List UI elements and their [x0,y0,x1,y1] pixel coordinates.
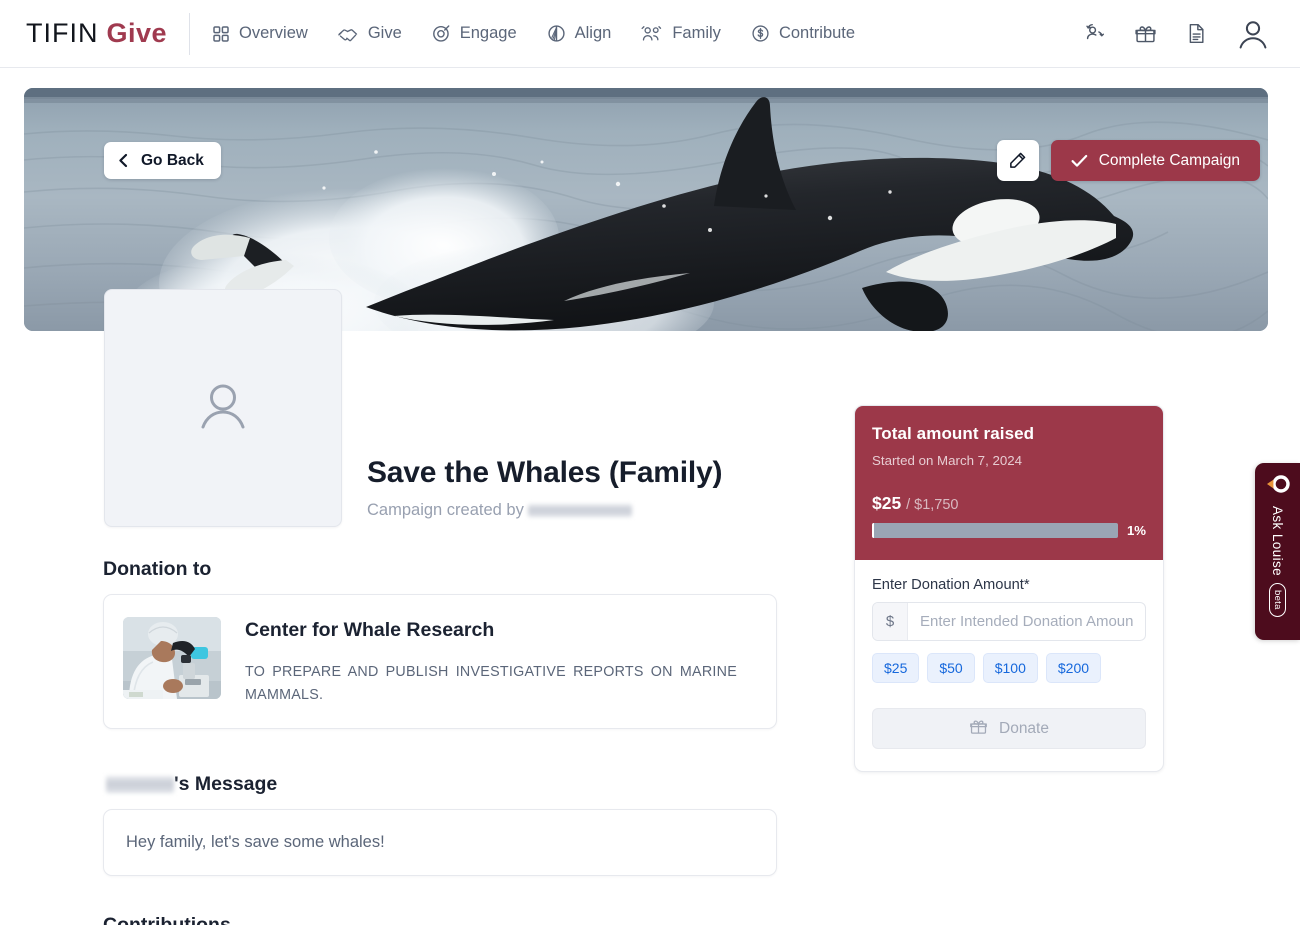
progress-row: 1% [872,523,1146,538]
donation-to-heading: Donation to [103,558,212,580]
nav-label-align: Align [574,24,612,42]
total-raised-title: Total amount raised [872,424,1035,443]
person-icon [192,375,254,442]
complete-campaign-button[interactable]: Complete Campaign [1050,140,1260,181]
louise-logo-icon [1265,475,1291,498]
nav-label-overview: Overview [239,24,308,42]
donate-button[interactable]: Donate [872,708,1146,749]
donation-amount-input[interactable] [908,603,1145,640]
brand-tifin: TIFIN [26,18,99,48]
raised-amount: $25 [872,493,902,513]
brand-divider [189,12,191,55]
nav-right-icons [1083,17,1276,51]
ask-louise-beta-badge: beta [1269,583,1286,617]
nav-item-family[interactable]: Family [641,24,721,43]
total-raised-section: Total amount raised Started on March 7, … [855,406,1163,560]
gift-icon [969,717,988,741]
quick-amount-100[interactable]: $100 [982,653,1038,683]
handshake-icon [338,25,359,43]
organization-info: Center for Whale Research TO PREPARE AND… [245,617,737,706]
pie-chart-icon [547,24,566,43]
donate-button-label: Donate [999,719,1049,737]
organization-description: TO PREPARE AND PUBLISH INVESTIGATIVE REP… [245,664,737,703]
hero-action-buttons: Complete Campaign [996,140,1260,181]
ask-louise-label: Ask Louise [1270,506,1285,577]
message-heading: 's Message [103,773,854,796]
left-column: Save the Whales (Family) Campaign create… [24,289,854,925]
organization-name: Center for Whale Research [245,619,495,641]
right-column: Total amount raised Started on March 7, … [854,331,1264,925]
nav-item-engage[interactable]: Engage [432,24,517,43]
user-switch-icon[interactable] [1083,22,1106,45]
message-heading-suffix: 's Message [174,773,278,796]
people-icon [641,25,663,43]
complete-campaign-label: Complete Campaign [1098,151,1240,169]
nav-item-give[interactable]: Give [338,24,402,43]
pencil-icon [1008,151,1027,170]
campaign-start-date: Started on March 7, 2024 [872,453,1023,468]
progress-bar-track [872,523,1118,538]
chevron-left-icon [117,153,130,168]
redacted-message-author [106,776,174,794]
quick-amount-50[interactable]: $50 [927,653,975,683]
currency-prefix: $ [873,603,908,640]
campaign-avatar-placeholder [104,289,342,527]
page-body: Go Back Complete Campaign Save the Whale… [0,88,1300,925]
progress-percent-label: 1% [1126,523,1146,538]
campaign-creator: Campaign created by [367,501,854,520]
quick-amount-buttons: $25 $50 $100 $200 [872,653,1146,683]
nav-item-overview[interactable]: Overview [212,24,308,43]
account-avatar-icon[interactable] [1236,17,1270,51]
grid-icon [212,25,230,43]
brand-logo[interactable]: TIFIN Give [26,18,167,49]
edit-campaign-button[interactable] [996,140,1039,181]
contributions-heading: Contributions [103,914,854,925]
progress-bar-fill [872,523,875,538]
ask-louise-tab[interactable]: Ask Louise beta [1255,463,1300,640]
brand-give: Give [106,18,168,48]
created-by-label: Campaign created by [367,501,524,519]
organization-card[interactable]: Center for Whale Research TO PREPARE AND… [103,594,777,730]
dollar-circle-icon [751,24,770,43]
document-icon[interactable] [1185,22,1208,45]
scientist-at-microscope-photo [123,617,221,699]
nav-label-engage: Engage [459,24,517,42]
organization-thumbnail [123,617,221,699]
go-back-button[interactable]: Go Back [104,142,221,179]
donation-panel: Total amount raised Started on March 7, … [854,405,1164,772]
gift-icon[interactable] [1134,22,1157,45]
top-navigation-bar: TIFIN Give Overview Give Engage Align Fa… [0,0,1300,68]
check-icon [1071,154,1088,168]
nav-label-contribute: Contribute [778,24,856,42]
page-title: Save the Whales (Family) [367,456,723,489]
raised-amount-row: $25 / $1,750 [872,493,1146,514]
target-icon [432,24,451,43]
campaign-message-text: Hey family, let's save some whales! [126,833,385,852]
donation-amount-label: Enter Donation Amount* [872,577,1030,593]
primary-nav-links: Overview Give Engage Align Family Contri… [212,24,855,43]
main-content: Save the Whales (Family) Campaign create… [0,289,1300,925]
quick-amount-25[interactable]: $25 [872,653,920,683]
quick-amount-200[interactable]: $200 [1045,653,1102,683]
redacted-creator-name [527,504,632,517]
nav-label-family: Family [672,24,721,42]
raised-goal: / $1,750 [906,497,959,513]
go-back-label: Go Back [141,151,204,169]
nav-item-contribute[interactable]: Contribute [751,24,855,43]
donation-form: Enter Donation Amount* $ $25 $50 $100 $2… [855,560,1163,771]
nav-item-align[interactable]: Align [547,24,612,43]
campaign-message-card: Hey family, let's save some whales! [103,809,777,877]
nav-label-give: Give [367,24,402,42]
donation-amount-field: $ [872,602,1146,641]
